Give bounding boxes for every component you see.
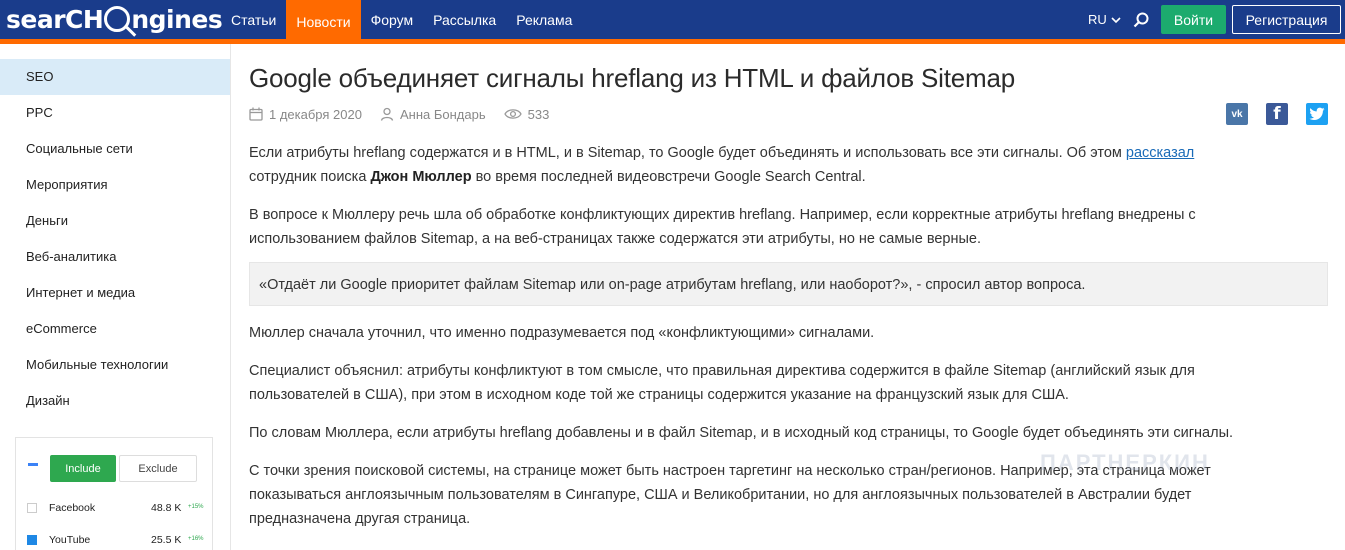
search-icon [1133, 12, 1149, 28]
top-header: searCH ngines Статьи Новости Форум Рассы… [0, 0, 1345, 44]
article: Google объединяет сигналы hreflang из HT… [249, 60, 1331, 527]
search-button[interactable] [1130, 9, 1152, 31]
nav-articles[interactable]: Статьи [221, 0, 286, 39]
sidebar-item-design[interactable]: Дизайн [0, 383, 230, 419]
paragraph: Если атрибуты hreflang содержатся и в HT… [249, 145, 1195, 185]
share-buttons: vk f [1226, 103, 1328, 125]
article-title: Google объединяет сигналы hreflang из HT… [249, 63, 1016, 93]
twitter-icon[interactable] [1306, 103, 1328, 125]
source-link[interactable]: рассказал [1126, 145, 1194, 161]
nav-forum[interactable]: Форум [361, 0, 424, 39]
source-value: 25.5 K [151, 534, 182, 546]
eye-icon [503, 109, 522, 119]
sidebar-item-money[interactable]: Деньги [0, 203, 230, 239]
chevron-down-icon [1111, 16, 1121, 23]
sidebar-item-seo[interactable]: SEO [0, 59, 230, 95]
collapse-toggle[interactable] [28, 463, 38, 466]
nav-advertising[interactable]: Реклама [506, 0, 582, 39]
login-button[interactable]: Войти [1161, 5, 1226, 34]
sidebar-item-ppc[interactable]: PPC [0, 95, 230, 131]
sidebar-item-ecommerce[interactable]: eCommerce [0, 311, 230, 347]
watermark: ПАРТНЕРКИН [1040, 450, 1210, 475]
nav-news[interactable]: Новости [286, 0, 361, 44]
blockquote: «Отдаёт ли Google приоритет файлам Sitem… [249, 262, 1328, 306]
exclude-button[interactable]: Exclude [119, 455, 197, 482]
source-delta: +15% [188, 504, 204, 510]
traffic-widget: Include Exclude Facebook 48.8 K +15% You… [15, 437, 213, 550]
article-date: 1 декабря 2020 [269, 106, 362, 122]
article-author[interactable]: Анна Бондарь [400, 107, 486, 122]
row-checkbox[interactable] [27, 535, 37, 545]
source-name: YouTube [49, 534, 91, 546]
list-item: Facebook 48.8 K +15% [16, 497, 212, 521]
article-meta: 1 декабря 2020 Анна Бондарь 533 [249, 104, 567, 124]
sidebar-item-mobile[interactable]: Мобильные технологии [0, 347, 230, 383]
paragraph: Мюллер сначала уточнил, что именно подра… [249, 325, 875, 341]
calendar-icon [249, 107, 263, 121]
sidebar-divider [230, 44, 231, 550]
language-switcher[interactable]: RU [1088, 0, 1121, 39]
sidebar-item-media[interactable]: Интернет и медиа [0, 275, 230, 311]
user-icon [380, 107, 394, 121]
include-button[interactable]: Include [50, 455, 116, 482]
list-item: YouTube 25.5 K +16% [16, 529, 212, 550]
nav-newsletter[interactable]: Рассылка [423, 0, 506, 39]
register-button[interactable]: Регистрация [1232, 5, 1341, 34]
sidebar-item-social[interactable]: Социальные сети [0, 131, 230, 167]
highlight-name: Джон Мюллер [370, 169, 472, 185]
source-delta: +16% [188, 536, 204, 542]
paragraph: По словам Мюллера, если атрибуты hreflan… [249, 425, 1234, 441]
main-nav: Статьи Новости Форум Рассылка Реклама [221, 0, 582, 44]
logo-text-2: ngines [131, 4, 223, 34]
language-label: RU [1088, 12, 1107, 27]
site-logo[interactable]: searCH ngines [6, 3, 223, 35]
row-checkbox[interactable] [27, 503, 37, 513]
magnifier-logo-icon [104, 6, 131, 32]
logo-text-1: searCH [6, 4, 104, 34]
vk-icon[interactable]: vk [1226, 103, 1248, 125]
header-accent-strip [0, 39, 1345, 44]
sidebar-item-analytics[interactable]: Веб-аналитика [0, 239, 230, 275]
facebook-icon[interactable]: f [1266, 103, 1288, 125]
source-name: Facebook [49, 502, 96, 514]
sidebar-item-events[interactable]: Мероприятия [0, 167, 230, 203]
source-value: 48.8 K [151, 502, 182, 514]
view-count: 533 [527, 106, 550, 122]
paragraph: В вопросе к Мюллеру речь шла об обработк… [249, 207, 1196, 247]
paragraph: Специалист объяснил: атрибуты конфликтую… [249, 363, 1195, 403]
